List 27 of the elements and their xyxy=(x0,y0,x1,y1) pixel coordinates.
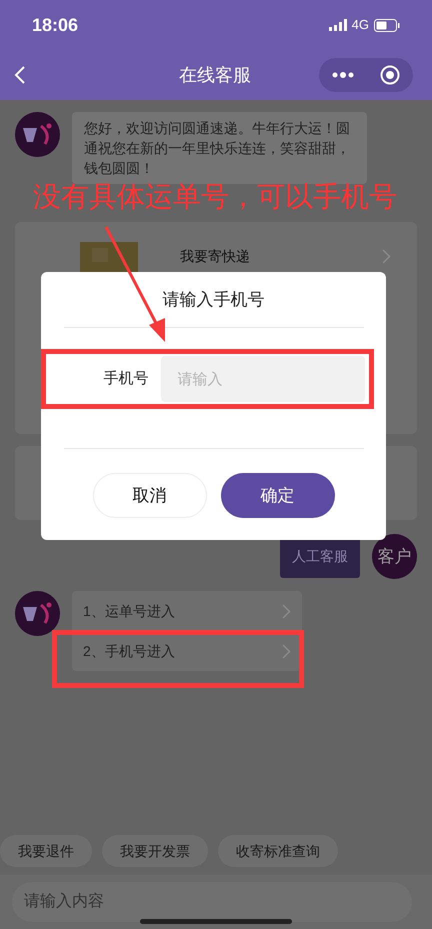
phone-input[interactable]: 请输入 xyxy=(160,356,364,402)
quick-reply-chip[interactable]: 我要开发票 xyxy=(102,835,208,867)
close-icon[interactable] xyxy=(380,65,400,85)
cancel-button[interactable]: 取消 xyxy=(92,473,206,518)
status-time: 18:06 xyxy=(32,14,78,36)
dialog-title: 请输入手机号 xyxy=(162,289,264,311)
option-link[interactable]: 2、手机号进入 xyxy=(72,631,302,671)
chevron-icon xyxy=(282,644,291,658)
page-title: 在线客服 xyxy=(178,64,252,86)
signal-icon xyxy=(328,19,347,31)
quick-reply-chip[interactable]: 收寄标准查询 xyxy=(218,835,338,867)
confirm-button[interactable]: 确定 xyxy=(220,473,334,518)
option-link[interactable]: 1、运单号进入 xyxy=(72,591,302,631)
chevron-icon xyxy=(382,249,391,264)
avatar-logo-icon xyxy=(15,591,60,636)
avatar-logo-icon xyxy=(15,112,60,157)
back-icon[interactable] xyxy=(14,65,26,85)
chevron-icon xyxy=(282,604,291,618)
quick-reply-chip[interactable]: 我要退件 xyxy=(0,835,92,867)
more-icon[interactable] xyxy=(332,72,354,78)
battery-icon xyxy=(374,18,400,32)
message-input[interactable]: 请输入内容 xyxy=(12,882,412,922)
send-parcel-link[interactable]: 我要寄快递 xyxy=(180,246,391,267)
network-label: 4G xyxy=(352,16,369,34)
message-bubble: 您好，欢迎访问圆通速递。牛年行大运！圆通祝您在新的一年里快乐连连，笑容甜甜，钱包圆圆！ xyxy=(72,112,367,184)
user-avatar: 客户 xyxy=(372,534,417,579)
field-label: 手机号 xyxy=(102,368,150,389)
